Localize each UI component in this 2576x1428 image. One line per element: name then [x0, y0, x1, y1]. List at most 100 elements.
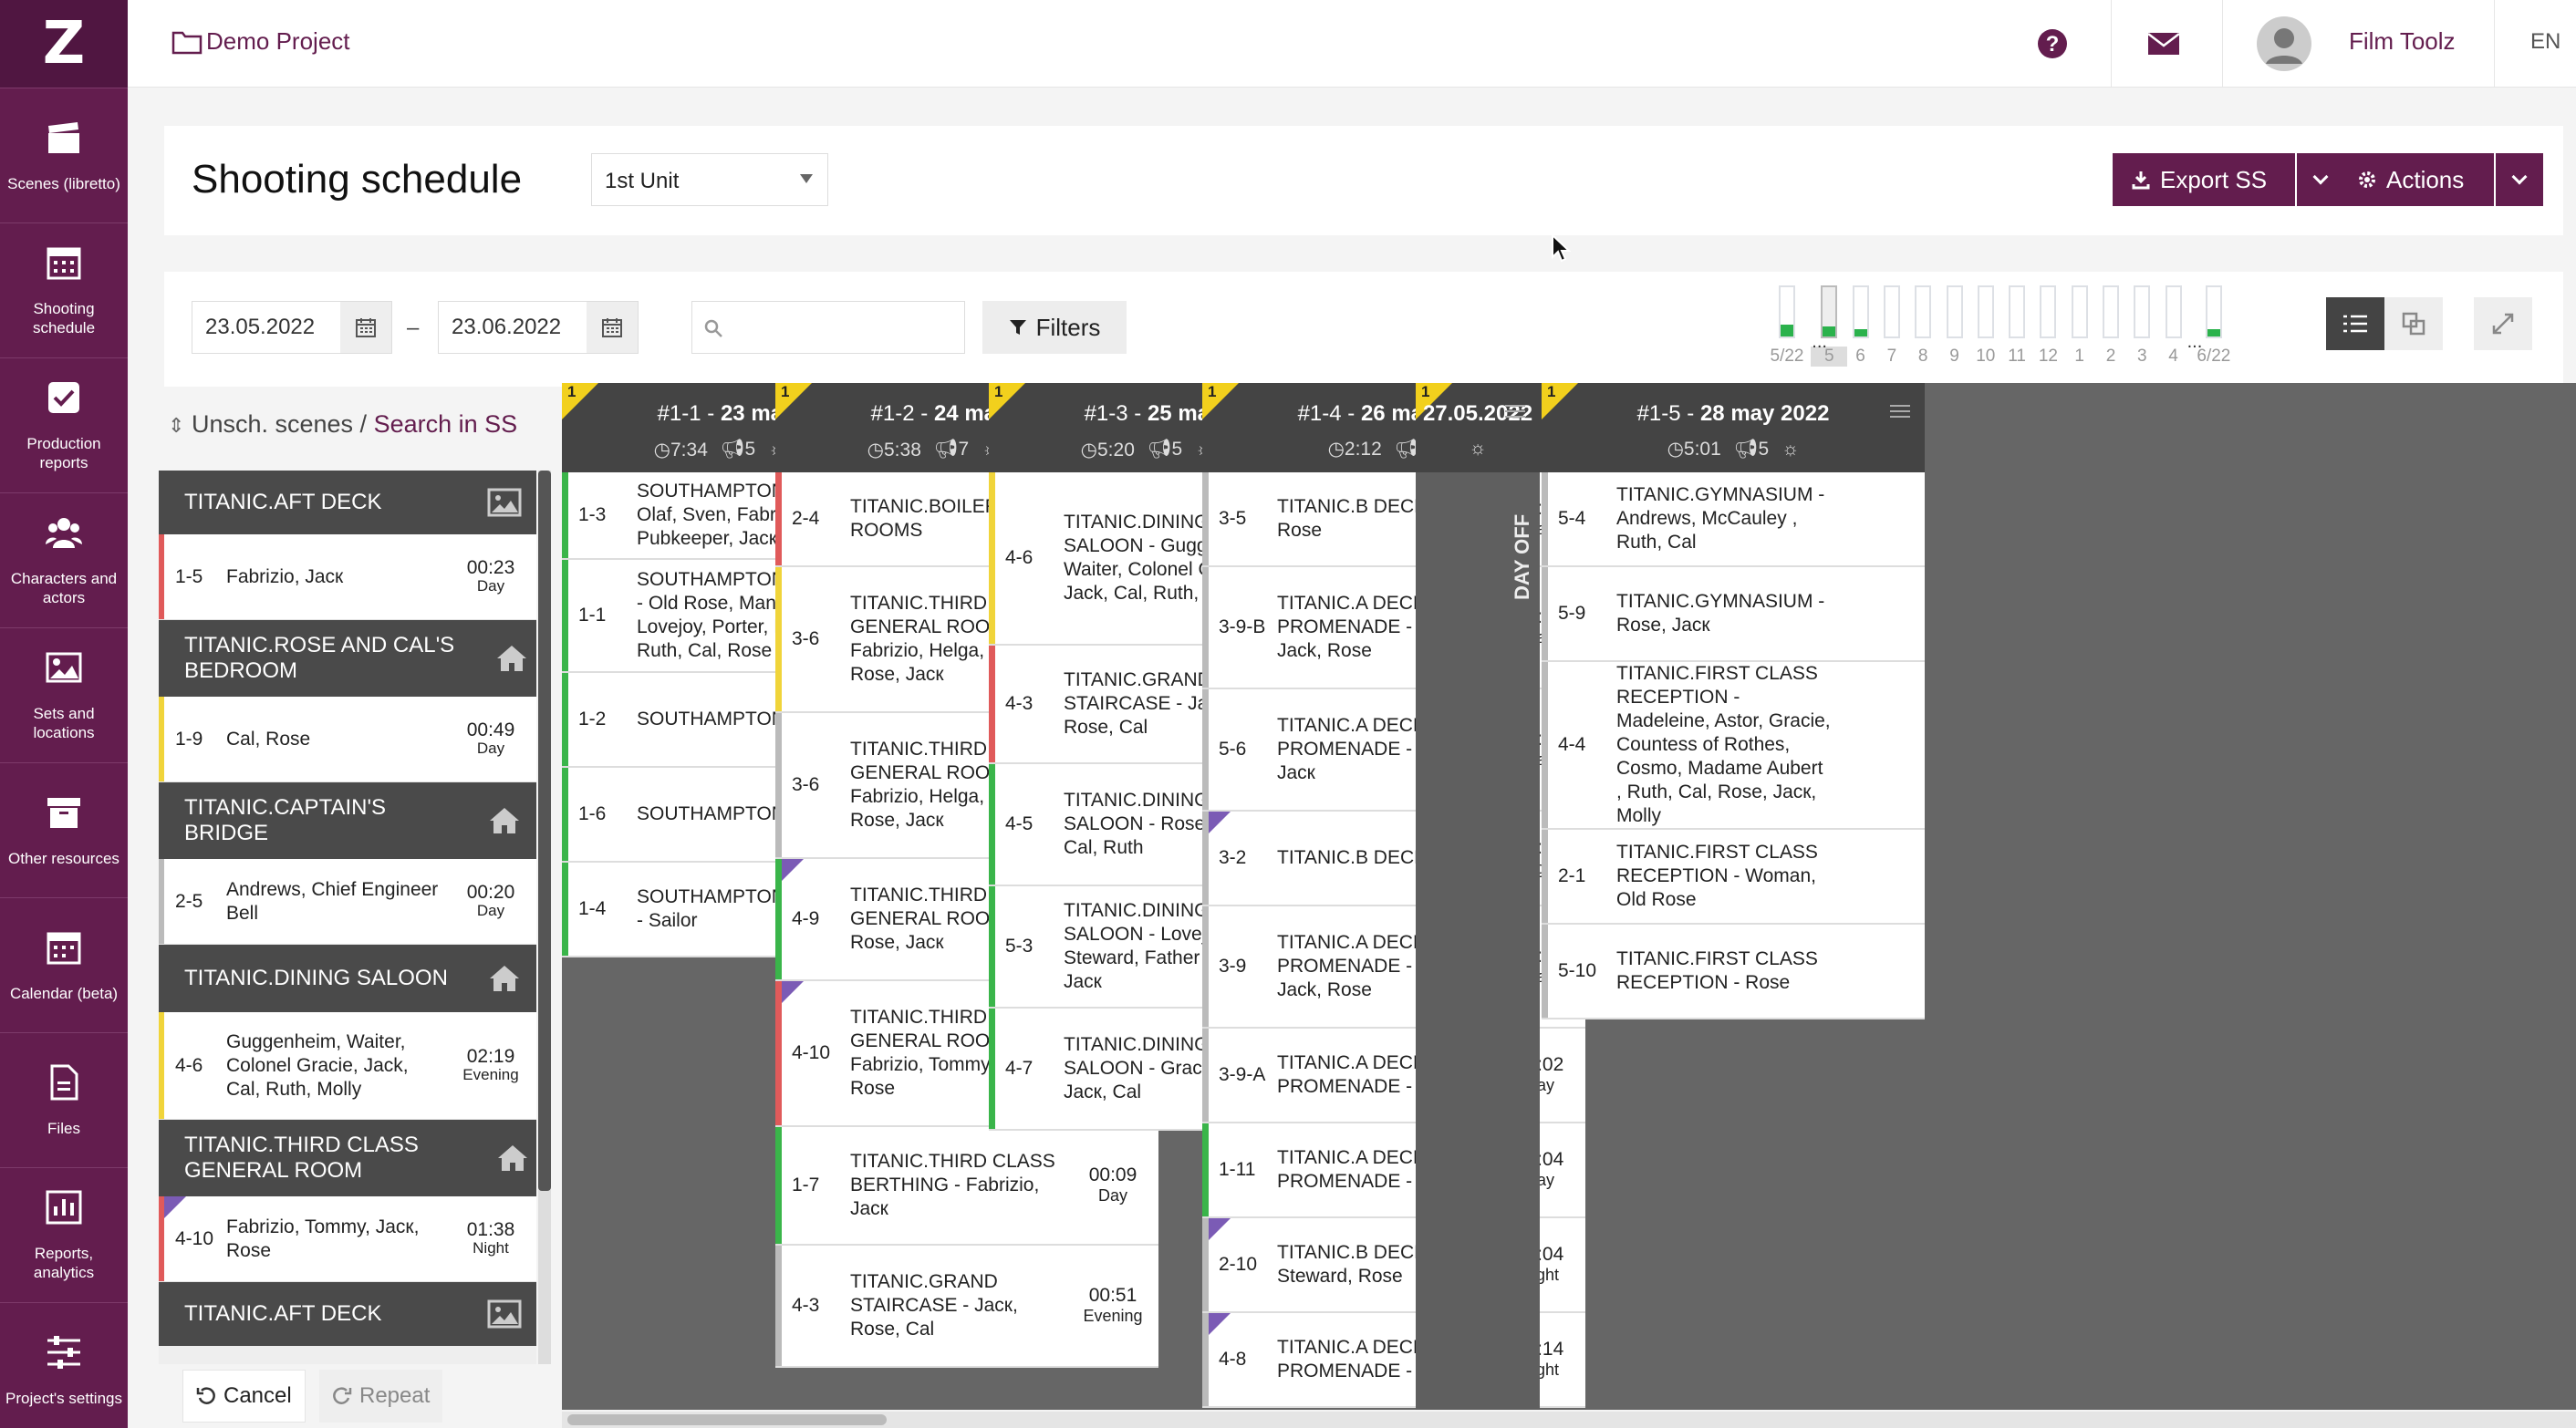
- unscheduled-scene[interactable]: 4-10 Fabrizio, Tommy, Jacк, Rose 01:38 Nigh…: [159, 1196, 536, 1282]
- page-title: Shooting schedule: [192, 157, 523, 202]
- day-load-meter[interactable]: [1821, 285, 1838, 338]
- sun-icon: ☼: [1469, 438, 1487, 459]
- set-header[interactable]: TITANIC.THIRD CLASS GENERAL ROOM: [159, 1120, 536, 1196]
- day-load-meter[interactable]: [1915, 285, 1932, 338]
- day-load-meter[interactable]: [2040, 285, 2057, 338]
- scene-color-bar: [989, 886, 995, 1007]
- list-view-button[interactable]: [2326, 297, 2384, 350]
- day-part: Evening: [1083, 1307, 1143, 1325]
- day-load-meter[interactable]: [1883, 285, 1900, 338]
- nav-item-other-resources[interactable]: Other resources: [0, 762, 128, 897]
- scene-number: 4-6: [1005, 547, 1034, 568]
- fullscreen-button[interactable]: [2474, 297, 2532, 350]
- scene-card[interactable]: 4-4 TITANIC.FIRST CLASS RECEPTION - Madel…: [1542, 662, 1925, 830]
- day-load-meter[interactable]: [1779, 285, 1795, 338]
- filters-button[interactable]: Filters: [982, 301, 1127, 354]
- date-to-input[interactable]: 23.06.2022: [438, 301, 639, 354]
- scene-number: 3-9-A: [1219, 1064, 1266, 1085]
- calendar-icon[interactable]: [340, 302, 391, 353]
- sort-icon[interactable]: ⇕: [168, 414, 184, 437]
- clock-icon: ◷: [1080, 439, 1097, 460]
- scene-number: 1-3: [578, 504, 607, 525]
- nav-item-production-reports[interactable]: Production reports: [0, 357, 128, 492]
- nav-item-calendar-beta[interactable]: Calendar (beta): [0, 897, 128, 1032]
- scene-card[interactable]: 5-10 TITANIC.FIRST CLASS RECEPTION - Rose: [1542, 925, 1925, 1019]
- scene-card[interactable]: 2-1 TITANIC.FIRST CLASS RECEPTION - Woman…: [1542, 830, 1925, 925]
- duration-value: 00:23: [466, 556, 515, 578]
- unscheduled-scene[interactable]: 2-5 Andrews, Chief Engineer Bell 00:20 Day: [159, 859, 536, 945]
- note-corner: [164, 1196, 186, 1218]
- nav-item-shooting-schedule[interactable]: Shooting schedule: [0, 222, 128, 357]
- day-load-meter[interactable]: [2165, 285, 2182, 338]
- set-header[interactable]: TITANIC.DINING SALOON: [159, 945, 536, 1012]
- download-icon: [2132, 171, 2150, 190]
- day-off-header[interactable]: 1 27.05.2022 ☼: [1416, 383, 1540, 472]
- nav-item-sets-and-locations[interactable]: Sets and locations: [0, 627, 128, 762]
- day-load-meter[interactable]: [2205, 285, 2222, 338]
- day-load-meter[interactable]: [1852, 285, 1869, 338]
- left-scrollbar[interactable]: [538, 471, 551, 1364]
- unscheduled-scene[interactable]: 1-9 Cal, Rose 00:49 Day: [159, 697, 536, 782]
- main-sidebar: Z Scenes (libretto) Shooting schedule Prod…: [0, 0, 128, 1428]
- board-horizontal-scrollbar[interactable]: [562, 1412, 2576, 1428]
- filter-bar: 23.05.2022 – 23.06.2022 Filters 5/22 5 6 7 8…: [164, 272, 2563, 387]
- day-load-meter[interactable]: [2009, 285, 2026, 338]
- day-header[interactable]: 1 #1-5 - 28 may 2022 ◷5:01 📢︎5 ☼: [1542, 383, 1925, 472]
- nav-item-reports-analytics[interactable]: Reports, analytics: [0, 1167, 128, 1302]
- unscheduled-label[interactable]: Unsch. scenes /: [192, 410, 367, 438]
- actions-button[interactable]: Actions: [2339, 153, 2494, 206]
- day-menu-icon[interactable]: [1890, 401, 1910, 421]
- scene-description: TITANIC.THIRD CLASS BERTHING - Fabrizio,…: [850, 1151, 1055, 1219]
- nav-item-project-s-settings[interactable]: Project's settings: [0, 1302, 128, 1428]
- search-input[interactable]: [691, 301, 965, 354]
- day-load-meter[interactable]: [2071, 285, 2088, 338]
- archive-icon: [45, 793, 83, 849]
- unit-select[interactable]: 1st Unit: [591, 153, 828, 206]
- day-menu-icon[interactable]: [1505, 401, 1525, 421]
- set-header[interactable]: TITANIC.AFT DECK: [159, 471, 536, 534]
- app-logo[interactable]: Z: [0, 0, 128, 88]
- scene-card[interactable]: 5-9 TITANIC.GYMNASIUM - Rose, Jacк: [1542, 567, 1925, 662]
- nav-item-files[interactable]: Files: [0, 1032, 128, 1167]
- export-ss-button[interactable]: Export SS: [2113, 153, 2295, 206]
- repeat-button[interactable]: Repeat: [319, 1370, 443, 1423]
- avatar[interactable]: [2257, 16, 2311, 71]
- nav-label: Project's settings: [5, 1389, 122, 1407]
- set-header[interactable]: TITANIC.CAPTAIN'S BRIDGE: [159, 782, 536, 859]
- unscheduled-scene[interactable]: 4-6 Guggenheim, Waiter, Colonel Gracie, J…: [159, 1012, 536, 1120]
- calendar-icon[interactable]: [587, 302, 638, 353]
- unscheduled-scene[interactable]: 1-5 Fabrizio, Jacк 00:23 Day: [159, 534, 536, 620]
- date-from-input[interactable]: 23.05.2022: [192, 301, 392, 354]
- scene-number: 1-1: [578, 605, 607, 626]
- scene-card[interactable]: 1-7 TITANIC.THIRD CLASS BERTHING - Fabriz…: [775, 1127, 1158, 1246]
- scene-card[interactable]: 5-4 TITANIC.GYMNASIUM - Andrews, McCauley…: [1542, 472, 1925, 567]
- help-icon[interactable]: ?: [2034, 26, 2071, 62]
- folder-icon: [171, 31, 203, 54]
- day-load-meter[interactable]: [1977, 285, 1994, 338]
- project-link[interactable]: Demo Project: [171, 27, 350, 56]
- day-load-meter[interactable]: [1946, 285, 1963, 338]
- scene-card[interactable]: 4-3 TITANIC.GRAND STAIRCASE - Jacк, Rose,…: [775, 1246, 1158, 1368]
- cancel-button[interactable]: Cancel: [182, 1370, 306, 1423]
- duration-value: 00:51: [1088, 1285, 1137, 1306]
- user-name[interactable]: Film Toolz: [2349, 27, 2456, 56]
- image-icon: [473, 1299, 536, 1329]
- day-load-meter[interactable]: [2103, 285, 2119, 338]
- scene-color-bar: [989, 646, 995, 762]
- nav-item-scenes-libretto[interactable]: Scenes (libretto): [0, 88, 128, 222]
- board-view-button[interactable]: [2384, 297, 2443, 350]
- actions-dropdown-button[interactable]: [2496, 153, 2543, 206]
- nav-label: Sets and locations: [33, 705, 95, 741]
- language-switch[interactable]: EN: [2530, 29, 2560, 55]
- scene-color-bar: [989, 1009, 995, 1129]
- unit-number: 1: [1421, 383, 1430, 400]
- set-header[interactable]: TITANIC.ROSE AND CAL'S BEDROOM: [159, 620, 536, 697]
- day-load-meter[interactable]: [2134, 285, 2151, 338]
- set-header[interactable]: TITANIC.AFT DECK: [159, 1282, 536, 1346]
- search-in-ss-link[interactable]: Search in SS: [374, 410, 518, 438]
- mail-icon[interactable]: [2145, 26, 2182, 62]
- scene-color-bar: [1202, 1123, 1209, 1216]
- export-dropdown-button[interactable]: [2297, 153, 2344, 206]
- nav-item-characters-and-actors[interactable]: Characters and actors: [0, 492, 128, 627]
- day-duration: 5:20: [1097, 439, 1135, 460]
